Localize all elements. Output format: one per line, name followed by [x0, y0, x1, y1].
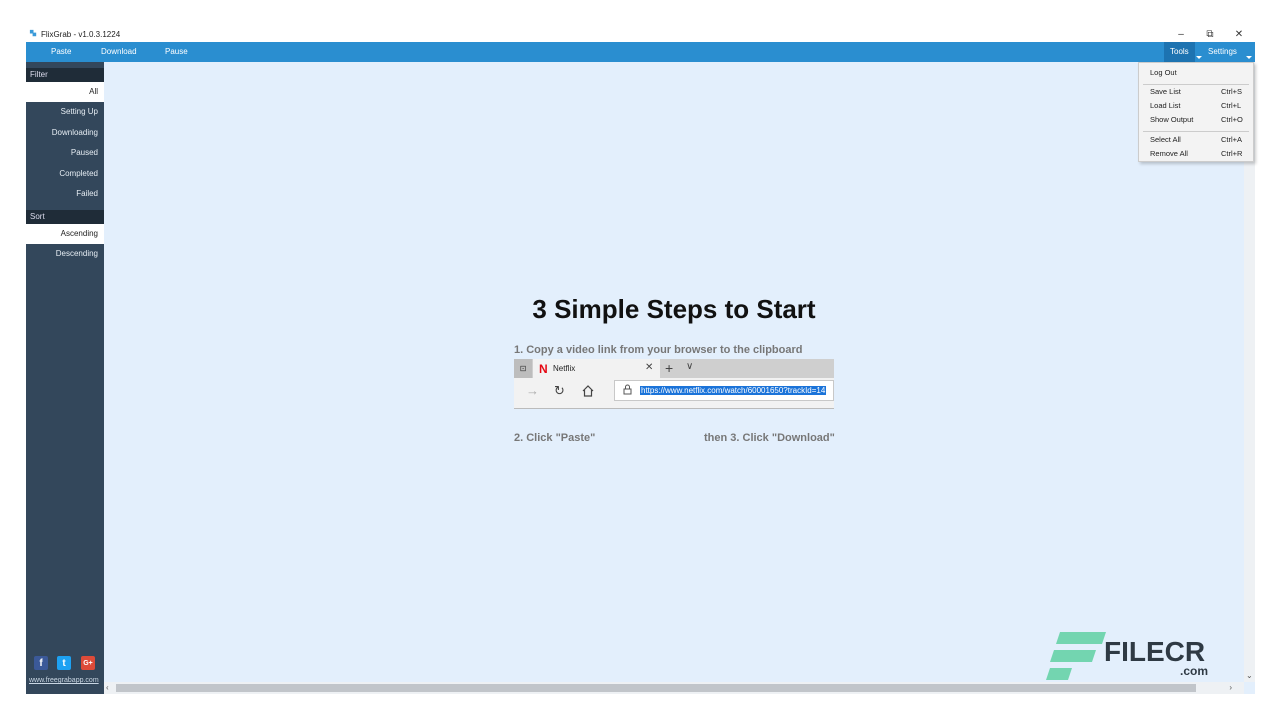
chevron-down-icon[interactable]: ⌄ — [1246, 671, 1253, 680]
minimize-button[interactable]: – — [1167, 27, 1195, 41]
address-bar: https://www.netflix.com/watch/60001650?t… — [614, 380, 834, 401]
netflix-icon: N — [539, 362, 548, 376]
menu-item-label: Log Out — [1150, 68, 1177, 77]
filter-failed[interactable]: Failed — [26, 184, 104, 204]
settings-label: Settings — [1208, 47, 1237, 56]
close-icon: ✕ — [645, 362, 654, 373]
title-bar: FlixGrab - v1.0.3.1224 – ⧉ ✕ — [26, 26, 1255, 42]
page-title: 3 Simple Steps to Start — [532, 294, 816, 324]
facebook-icon[interactable]: f — [34, 656, 48, 670]
website-link[interactable]: www.freegrabapp.com — [29, 677, 99, 684]
sort-header: Sort — [26, 210, 104, 224]
menu-item-show-output[interactable]: Show Output Ctrl+O — [1139, 113, 1253, 127]
sidebar: Filter All Setting Up Downloading Paused… — [26, 62, 104, 694]
menu-item-save-list[interactable]: Save List Ctrl+S — [1139, 85, 1253, 99]
filter-all[interactable]: All — [26, 82, 104, 102]
filter-setting-up[interactable]: Setting Up — [26, 102, 104, 122]
close-button[interactable]: ✕ — [1225, 27, 1253, 41]
chevron-left-icon[interactable]: ‹ — [106, 683, 109, 692]
menu-item-load-list[interactable]: Load List Ctrl+L — [1139, 99, 1253, 113]
chevron-down-icon — [1246, 56, 1252, 59]
restore-button[interactable]: ⧉ — [1196, 27, 1224, 41]
menu-item-shortcut: Ctrl+L — [1221, 101, 1242, 110]
sort-descending[interactable]: Descending — [26, 244, 104, 264]
menu-item-shortcut: Ctrl+S — [1221, 87, 1243, 96]
browser-illustration: ⊡ N Netflix ✕ + ∨ → ↻ https://www.netfli… — [514, 359, 834, 409]
chevron-down-icon: ∨ — [686, 361, 694, 372]
filecr-watermark: FILECR .com — [1046, 628, 1216, 684]
paste-button[interactable]: Paste — [51, 42, 71, 62]
menu-bar: Paste Download Pause Tools Settings — [26, 42, 1255, 62]
lock-icon — [623, 384, 632, 395]
filter-downloading[interactable]: Downloading — [26, 123, 104, 143]
plus-icon: + — [665, 360, 674, 376]
menu-item-select-all[interactable]: Select All Ctrl+A — [1139, 133, 1253, 147]
menu-item-label: Remove All — [1150, 149, 1188, 158]
pause-button[interactable]: Pause — [165, 42, 188, 62]
tools-dropdown-menu: Log Out Save List Ctrl+S Load List Ctrl+… — [1138, 62, 1254, 162]
home-icon — [582, 385, 594, 397]
arrow-forward-icon: → — [526, 383, 539, 398]
twitter-icon[interactable]: t — [57, 656, 71, 670]
tools-label: Tools — [1170, 47, 1189, 56]
step-1-text: 1. Copy a video link from your browser t… — [514, 344, 803, 356]
horizontal-scroll-thumb[interactable] — [116, 684, 1196, 692]
menu-item-log-out[interactable]: Log Out — [1139, 66, 1253, 80]
tools-menu-button[interactable]: Tools — [1164, 42, 1202, 62]
menu-item-remove-all[interactable]: Remove All Ctrl+R — [1139, 147, 1253, 161]
browser-tab: N Netflix ✕ — [533, 359, 660, 378]
filecr-logo-icon — [1046, 632, 1106, 680]
flixgrab-logo-icon — [29, 29, 37, 37]
menu-item-shortcut: Ctrl+O — [1221, 115, 1243, 124]
settings-menu-button[interactable]: Settings — [1202, 42, 1252, 62]
step-3-text: then 3. Click "Download" — [704, 432, 835, 444]
refresh-icon: ↻ — [554, 383, 565, 398]
menu-item-label: Load List — [1150, 101, 1181, 110]
filter-header: Filter — [26, 68, 104, 82]
sort-ascending[interactable]: Ascending — [26, 224, 104, 244]
menu-item-label: Select All — [1150, 135, 1181, 144]
tab-actions-icon: ⊡ — [514, 359, 532, 378]
menu-item-label: Show Output — [1150, 115, 1194, 124]
app-window: FlixGrab - v1.0.3.1224 – ⧉ ✕ Paste Downl… — [26, 26, 1255, 694]
watermark-suffix: .com — [1180, 664, 1209, 678]
browser-tabstrip: ⊡ N Netflix ✕ + ∨ — [514, 359, 834, 378]
step-2-text: 2. Click "Paste" — [514, 432, 596, 444]
menu-separator — [1143, 131, 1249, 132]
chevron-right-icon[interactable]: › — [1229, 683, 1232, 692]
menu-item-label: Save List — [1150, 87, 1181, 96]
tab-label: Netflix — [553, 364, 576, 373]
window-title: FlixGrab - v1.0.3.1224 — [41, 30, 121, 39]
menu-item-shortcut: Ctrl+R — [1221, 149, 1243, 158]
filter-completed[interactable]: Completed — [26, 164, 104, 184]
url-text: https://www.netflix.com/watch/60001650?t… — [640, 386, 827, 395]
filter-paused[interactable]: Paused — [26, 143, 104, 163]
google-plus-icon[interactable]: G+ — [81, 656, 95, 670]
download-button[interactable]: Download — [101, 42, 137, 62]
menu-item-shortcut: Ctrl+A — [1221, 135, 1243, 144]
